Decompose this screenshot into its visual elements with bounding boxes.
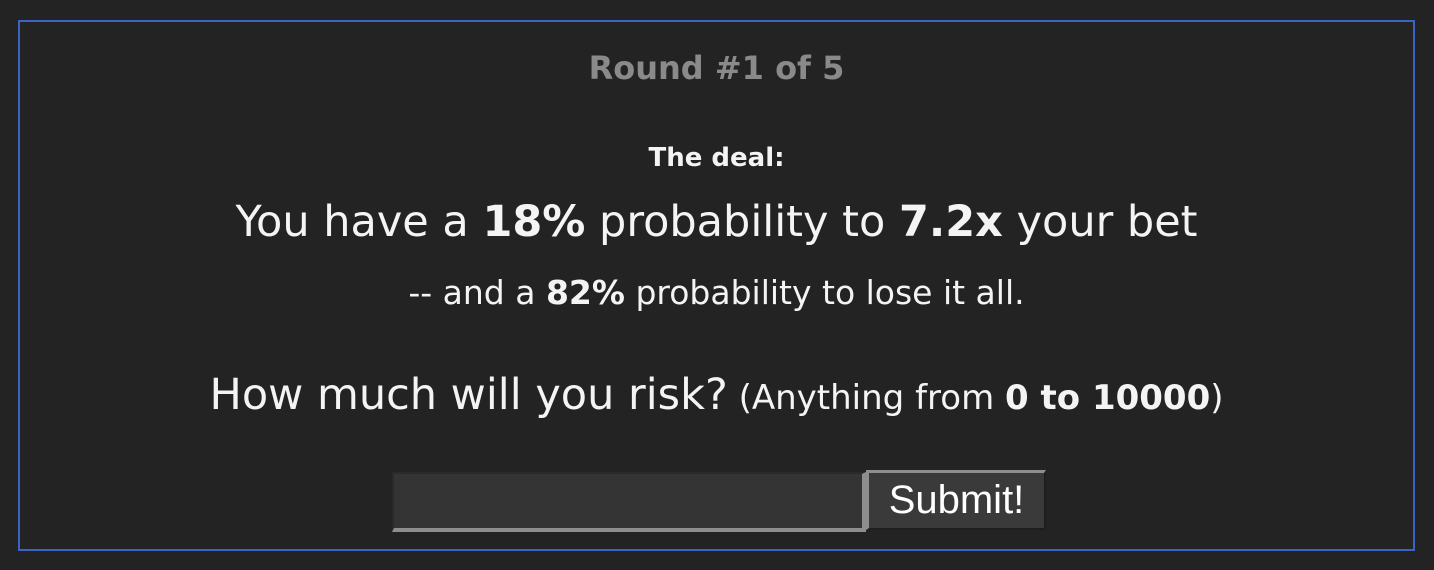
lose-line: -- and a 82% probability to lose it all. <box>20 272 1413 314</box>
risk-line: How much will you risk? (Anything from 0… <box>20 367 1413 432</box>
bet-amount-input[interactable] <box>392 472 866 532</box>
lose-prefix: -- and a <box>408 273 546 312</box>
risk-range-suffix: ) <box>1210 378 1224 418</box>
win-probability: 18% <box>482 197 586 247</box>
submit-button[interactable]: Submit! <box>866 470 1046 530</box>
deal-heading: The deal: <box>648 143 785 173</box>
win-suffix: your bet <box>1002 197 1198 247</box>
win-multiplier: 7.2x <box>898 197 1003 247</box>
win-mid: probability to <box>585 197 899 247</box>
bet-form: Submit! <box>392 470 1052 532</box>
risk-range-prefix: (Anything from <box>727 378 1005 418</box>
lose-suffix: probability to lose it all. <box>624 273 1025 312</box>
win-prefix: You have a <box>235 197 483 247</box>
round-indicator: Round #1 of 5 <box>588 49 845 87</box>
lose-probability: 82% <box>545 273 625 312</box>
win-line: You have a 18% probability to 7.2x your … <box>20 194 1413 250</box>
game-panel: Round #1 of 5 The deal: You have a 18% p… <box>18 20 1415 551</box>
risk-range-value: 0 to 10000 <box>1005 378 1211 418</box>
risk-question: How much will you risk? <box>209 370 728 420</box>
